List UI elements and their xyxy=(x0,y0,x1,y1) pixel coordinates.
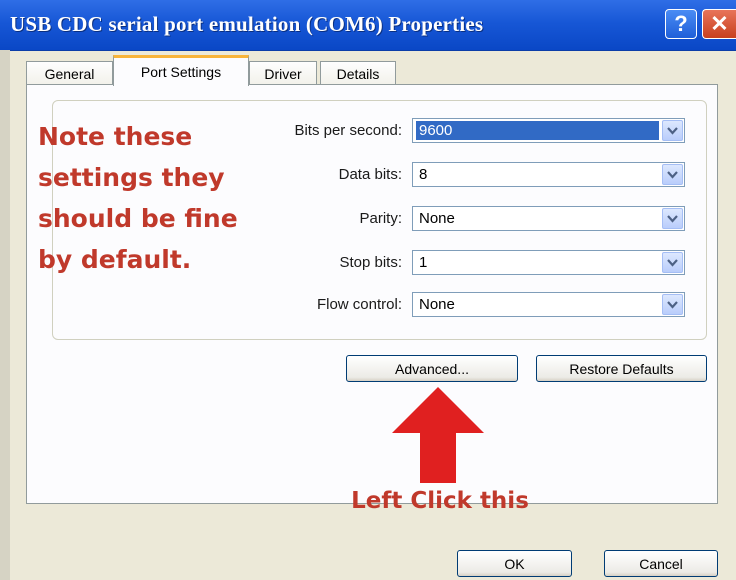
flow-control-label: Flow control: xyxy=(316,296,402,313)
tab-label: Port Settings xyxy=(140,64,222,80)
chevron-down-icon[interactable] xyxy=(662,120,683,141)
cancel-button[interactable]: Cancel xyxy=(604,550,718,577)
close-button[interactable]: ✕ xyxy=(702,9,736,39)
parity-value: None xyxy=(419,210,455,227)
data-bits-label: Data bits: xyxy=(338,166,402,183)
chevron-down-icon[interactable] xyxy=(662,164,683,185)
advanced-button[interactable]: Advanced... xyxy=(346,355,518,382)
help-button[interactable]: ? xyxy=(665,9,697,39)
parity-select[interactable]: None xyxy=(412,206,685,231)
stop-bits-value: 1 xyxy=(419,254,428,271)
flow-control-select[interactable]: None xyxy=(412,292,685,317)
cancel-button-label: Cancel xyxy=(639,555,683,572)
bits-per-second-select[interactable]: 9600 xyxy=(412,118,685,143)
advanced-button-label: Advanced... xyxy=(395,360,469,377)
arrow-up-icon xyxy=(390,385,486,485)
annotation-text: Left Click this xyxy=(351,488,529,514)
tab-label: General xyxy=(44,65,95,82)
stop-bits-label: Stop bits: xyxy=(339,254,402,271)
ok-button[interactable]: OK xyxy=(457,550,572,577)
close-icon: ✕ xyxy=(710,11,729,36)
window-left-edge xyxy=(0,50,10,580)
restore-defaults-button-label: Restore Defaults xyxy=(569,360,674,377)
stop-bits-select[interactable]: 1 xyxy=(412,250,685,275)
window-title: USB CDC serial port emulation (COM6) Pro… xyxy=(10,12,484,36)
bits-per-second-value: 9600 xyxy=(419,122,453,139)
tab-driver[interactable]: Driver xyxy=(249,61,317,85)
flow-control-value: None xyxy=(419,296,455,313)
restore-defaults-button[interactable]: Restore Defaults xyxy=(536,355,707,382)
chevron-down-icon[interactable] xyxy=(662,294,683,315)
title-bar: USB CDC serial port emulation (COM6) Pro… xyxy=(0,0,736,51)
data-bits-select[interactable]: 8 xyxy=(412,162,685,187)
chevron-down-icon[interactable] xyxy=(662,208,683,229)
bits-per-second-label: Bits per second: xyxy=(294,122,402,139)
tab-label: Details xyxy=(336,65,380,82)
ok-button-label: OK xyxy=(504,555,525,572)
tab-port-settings[interactable]: Port Settings xyxy=(113,55,249,86)
tab-details[interactable]: Details xyxy=(320,61,396,85)
chevron-down-icon[interactable] xyxy=(662,252,683,273)
selection-highlight xyxy=(416,121,659,140)
tab-general[interactable]: General xyxy=(26,61,113,85)
tab-label: Driver xyxy=(264,65,302,82)
parity-label: Parity: xyxy=(359,210,402,227)
help-icon: ? xyxy=(674,11,688,36)
data-bits-value: 8 xyxy=(419,166,428,183)
